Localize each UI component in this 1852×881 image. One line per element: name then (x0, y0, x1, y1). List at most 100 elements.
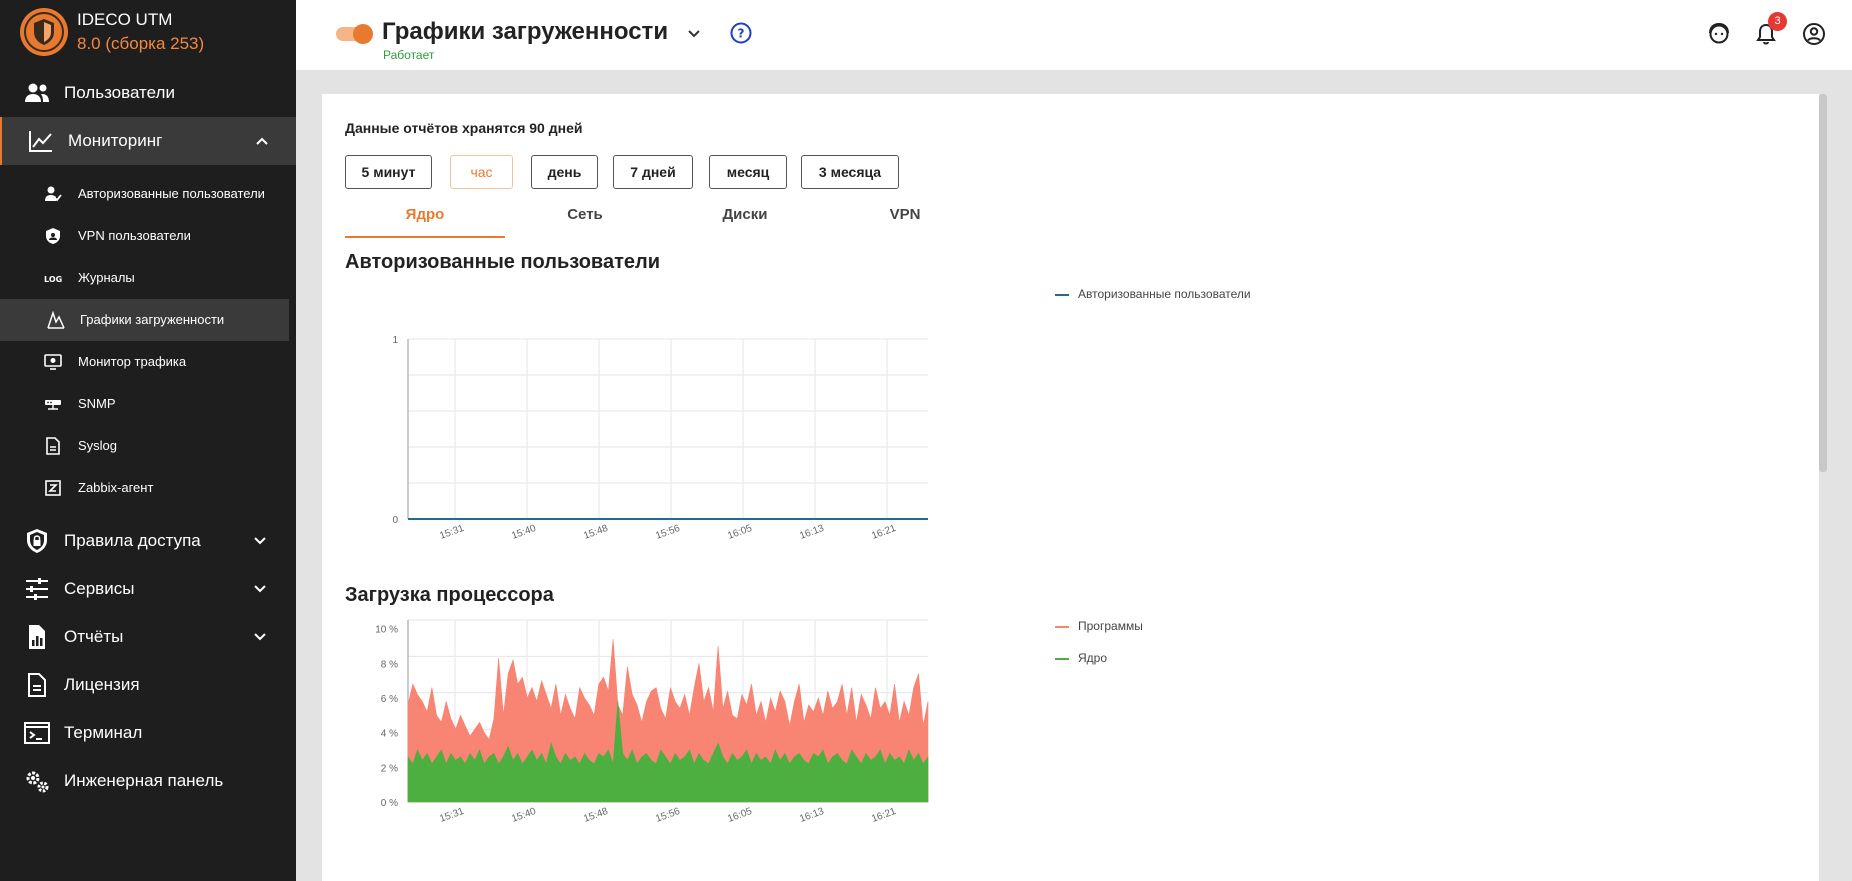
x-tick-label: 15:40 (510, 806, 538, 825)
legend-label: Программы (1078, 619, 1143, 633)
sidebar-subitem-label: Монитор трафика (78, 354, 187, 369)
sidebar-subitem-zabbix[interactable]: Zabbix-агент (0, 467, 289, 509)
sidebar-item-reports[interactable]: Отчёты (0, 613, 296, 661)
support-agent-icon[interactable] (1707, 22, 1731, 46)
sidebar-subitem-label: Журналы (78, 270, 135, 285)
period-button-5min[interactable]: 5 минут (345, 155, 432, 189)
shield-lock-icon (27, 529, 47, 553)
sidebar-subitem-label: Zabbix-агент (78, 480, 154, 495)
period-button-7days[interactable]: 7 дней (613, 155, 693, 189)
sidebar-item-label: Пользователи (64, 83, 175, 102)
chart-title-cpu-load: Загрузка процессора (345, 584, 554, 606)
period-button-hour[interactable]: час (450, 155, 513, 189)
sidebar-item-label: Сервисы (64, 579, 135, 598)
sidebar-subitem-logs[interactable]: LOG Журналы (0, 257, 289, 299)
y-tick-label: 4 % (381, 729, 398, 740)
sidebar-item-access-rules[interactable]: Правила доступа (0, 517, 296, 565)
tab-network[interactable]: Сеть (505, 206, 665, 236)
content-scrollbar[interactable] (1819, 94, 1827, 472)
legend-swatch (1055, 625, 1069, 628)
service-toggle[interactable] (336, 24, 374, 44)
sidebar-item-label: Лицензия (64, 675, 140, 694)
period-button-day[interactable]: день (531, 155, 598, 189)
sidebar-subitem-label: VPN пользователи (78, 228, 191, 243)
cpu-load-chart: 15:31 15:40 15:48 15:56 16:05 16:13 16:21 10 % 8… (375, 619, 929, 825)
tab-vpn[interactable]: VPN (825, 206, 985, 236)
x-tick-label: 16:21 (870, 806, 898, 825)
chevron-down-icon[interactable] (252, 581, 268, 597)
syslog-icon (46, 437, 60, 455)
sidebar-item-services[interactable]: Сервисы (0, 565, 296, 613)
notification-badge: 3 (1768, 12, 1787, 31)
x-tick-label: 15:31 (438, 523, 466, 542)
sidebar-item-users[interactable]: Пользователи (0, 69, 296, 117)
sidebar-item-label: Правила доступа (64, 531, 201, 550)
y-tick-label: 10 % (375, 625, 398, 636)
product-version: 8.0 (сборка 253) (77, 34, 205, 53)
sidebar-subitem-syslog[interactable]: Syslog (0, 425, 289, 467)
legend-item-programs[interactable]: Программы (1055, 619, 1143, 633)
sidebar-item-monitoring[interactable]: Мониторинг (0, 117, 296, 165)
sidebar: IDECO UTM 8.0 (сборка 253) Пользователи … (0, 0, 296, 881)
tab-core[interactable]: Ядро (345, 206, 505, 238)
service-status: Работает (383, 48, 435, 62)
y-tick-label: 1 (392, 335, 398, 346)
snmp-icon (45, 400, 61, 410)
x-tick-label: 16:13 (798, 806, 826, 825)
legend-item-authorized-users[interactable]: Авторизованные пользователи (1055, 287, 1251, 301)
sidebar-item-license[interactable]: Лицензия (0, 661, 296, 709)
gears-icon (26, 771, 49, 793)
monitoring-icon (29, 131, 52, 152)
sidebar-subitem-authorized-users[interactable]: Авторизованные пользователи (0, 173, 289, 215)
chevron-down-icon[interactable] (252, 629, 268, 645)
legend-item-kernel[interactable]: Ядро (1055, 651, 1107, 665)
sidebar-subitem-load-graphs[interactable]: Графики загруженности (0, 299, 289, 341)
period-button-3months[interactable]: 3 месяца (801, 155, 899, 189)
page-title: Графики загруженности (382, 18, 669, 45)
top-header: Графики загруженности Работает ? (296, 0, 1852, 70)
chevron-down-icon[interactable] (252, 533, 268, 549)
period-button-month[interactable]: месяц (709, 155, 787, 189)
sidebar-item-label: Инженерная панель (64, 771, 224, 790)
x-tick-label: 15:56 (654, 523, 682, 542)
tab-disks[interactable]: Диски (665, 206, 825, 236)
vpn-shield-icon (46, 228, 60, 244)
authorized-users-chart: 15:31 15:40 15:48 15:56 16:05 16:13 16:21 1 0 (392, 335, 928, 542)
sliders-icon (26, 578, 48, 600)
zabbix-icon (45, 480, 61, 496)
y-tick-label: 0 % (381, 798, 398, 809)
x-tick-label: 16:05 (726, 806, 754, 825)
legend-label: Ядро (1078, 651, 1108, 665)
x-tick-label: 15:48 (582, 523, 610, 542)
license-icon (28, 673, 46, 697)
product-name: IDECO UTM (77, 10, 173, 29)
help-icon[interactable]: ? (730, 22, 752, 44)
sidebar-subitem-snmp[interactable]: SNMP (0, 383, 289, 425)
chevron-up-icon[interactable] (254, 133, 270, 149)
sidebar-subitem-label: SNMP (78, 396, 116, 411)
log-icon: LOG (44, 275, 62, 284)
sidebar-item-label: Мониторинг (68, 131, 163, 150)
chevron-down-icon[interactable] (686, 26, 702, 42)
chart-title-authorized-users: Авторизованные пользователи (345, 251, 660, 273)
x-tick-label: 15:56 (654, 806, 682, 825)
account-icon[interactable] (1802, 22, 1826, 46)
sidebar-item-engineering-panel[interactable]: Инженерная панель (0, 757, 296, 805)
sidebar-subitem-label: Графики загруженности (80, 312, 225, 327)
report-icon (29, 625, 45, 649)
x-tick-label: 15:48 (582, 806, 610, 825)
y-tick-label: 6 % (381, 694, 398, 705)
retention-note: Данные отчётов хранятся 90 дней (345, 120, 583, 136)
svg-text:LOG: LOG (44, 275, 62, 284)
sidebar-subitem-label: Syslog (78, 438, 118, 453)
terminal-icon (24, 722, 50, 744)
sidebar-item-terminal[interactable]: Терминал (0, 709, 296, 757)
sidebar-subitem-traffic-monitor[interactable]: Монитор трафика (0, 341, 289, 383)
x-tick-label: 16:13 (798, 523, 826, 542)
legend-swatch (1055, 293, 1069, 296)
y-tick-label: 2 % (381, 763, 398, 774)
sidebar-item-label: Терминал (64, 723, 143, 742)
sidebar-item-label: Отчёты (64, 627, 124, 646)
sidebar-subitem-vpn-users[interactable]: VPN пользователи (0, 215, 289, 257)
content-card: Данные отчётов хранятся 90 дней 5 минут … (322, 94, 1819, 881)
